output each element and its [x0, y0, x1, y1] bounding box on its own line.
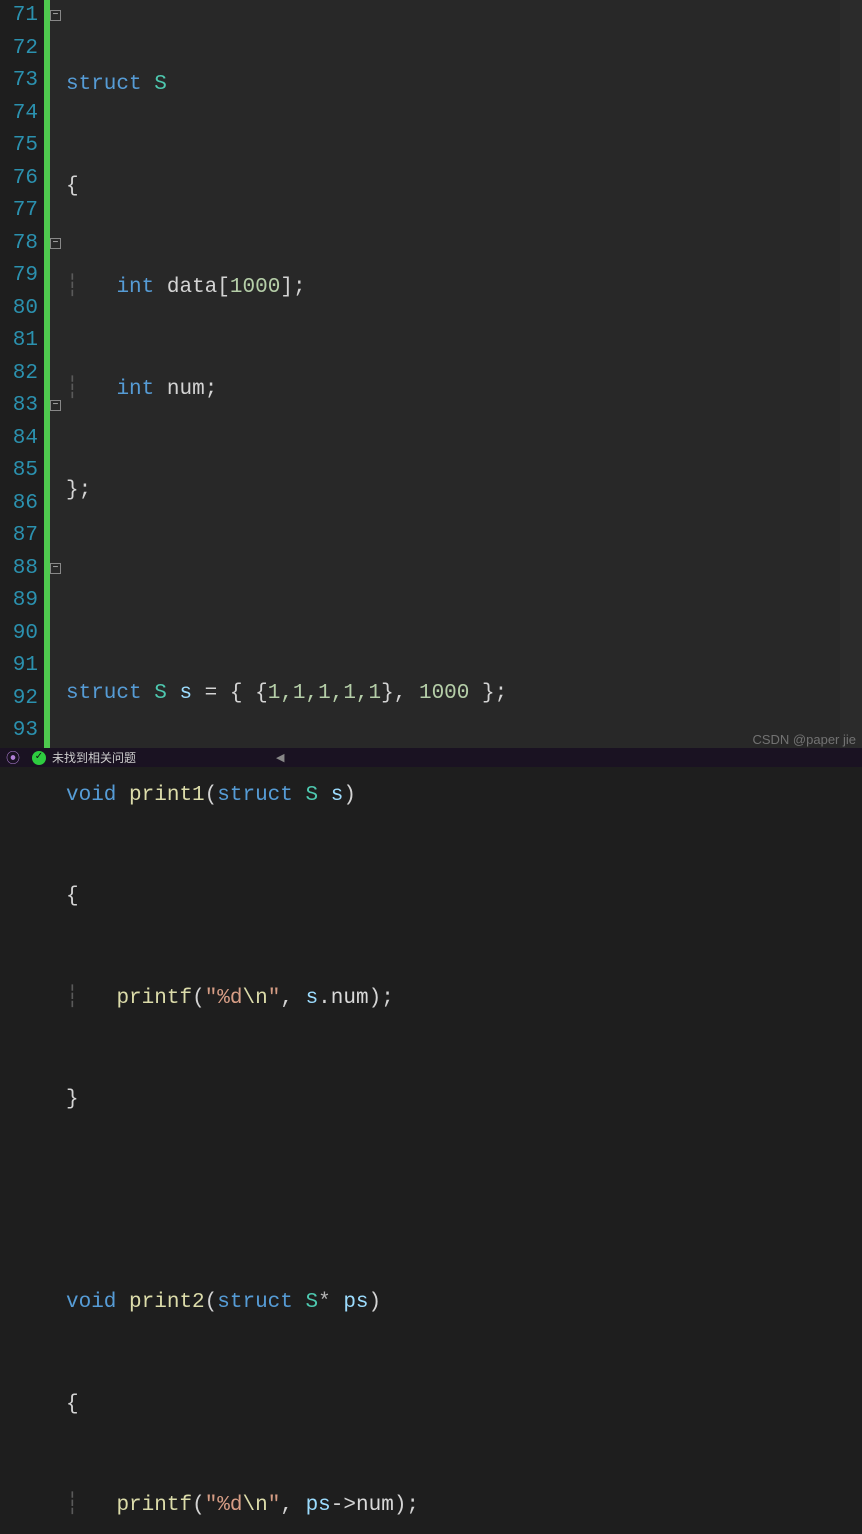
function-name: print1 [129, 780, 205, 813]
keyword-int: int [116, 272, 154, 305]
code-line[interactable]: void print1(struct S s) [66, 780, 862, 813]
line-number: 89 [0, 585, 38, 618]
line-number: 88 [0, 553, 38, 586]
line-number: 82 [0, 358, 38, 391]
code-line[interactable]: struct S s = { {1,1,1,1,1}, 1000 }; [66, 678, 862, 711]
line-number: 87 [0, 520, 38, 553]
fold-column[interactable]: − − − − [50, 0, 64, 748]
keyword-int: int [116, 374, 154, 407]
code-line[interactable]: ┆ int num; [66, 374, 862, 407]
brace: { [66, 171, 79, 204]
type-name: S [154, 69, 167, 102]
identifier: num [167, 374, 205, 407]
code-line[interactable]: }; [66, 475, 862, 508]
line-number: 72 [0, 33, 38, 66]
collapse-arrow-icon[interactable]: ◀ [276, 751, 284, 765]
code-line[interactable] [66, 577, 862, 610]
fold-toggle-icon[interactable]: − [50, 563, 61, 574]
code-line[interactable]: { [66, 171, 862, 204]
line-number: 91 [0, 650, 38, 683]
identifier: data [167, 272, 217, 305]
fold-toggle-icon[interactable]: − [50, 400, 61, 411]
number: 1000 [230, 272, 280, 305]
pointer-star: * [318, 1287, 331, 1320]
minimap[interactable] [840, 0, 862, 748]
status-bar[interactable]: ⦿ ✓ 未找到相关问题 ◀ [0, 748, 862, 767]
line-number: 80 [0, 293, 38, 326]
line-number: 76 [0, 163, 38, 196]
code-editor[interactable]: 7172737475767778798081828384858687888990… [0, 0, 862, 748]
status-ok-icon[interactable]: ✓ [30, 749, 48, 767]
variable: s [179, 678, 192, 711]
line-number: 93 [0, 715, 38, 748]
code-line[interactable]: { [66, 1389, 862, 1422]
line-number: 90 [0, 618, 38, 651]
fold-toggle-icon[interactable]: − [50, 238, 61, 249]
line-number: 85 [0, 455, 38, 488]
code-line[interactable] [66, 1186, 862, 1219]
keyword-void: void [66, 780, 116, 813]
code-line[interactable]: struct S [66, 69, 862, 102]
line-number: 92 [0, 683, 38, 716]
field: num [331, 983, 369, 1016]
extension-icon[interactable]: ⦿ [4, 749, 22, 767]
line-number: 73 [0, 65, 38, 98]
line-number: 79 [0, 260, 38, 293]
status-message[interactable]: 未找到相关问题 [52, 749, 136, 766]
code-line[interactable]: ┆ int data[1000]; [66, 272, 862, 305]
escape-sequence: \n [243, 983, 268, 1016]
code-area[interactable]: struct S { ┆ int data[1000]; ┆ int num; … [64, 0, 862, 748]
line-number: 84 [0, 423, 38, 456]
line-number: 77 [0, 195, 38, 228]
line-number: 75 [0, 130, 38, 163]
code-line[interactable]: void print2(struct S* ps) [66, 1287, 862, 1320]
watermark-text: CSDN @paper jie [752, 732, 856, 747]
parameter: s [331, 780, 344, 813]
code-line[interactable]: ┆ printf("%d\n", s.num); [66, 983, 862, 1016]
keyword-struct: struct [66, 69, 142, 102]
line-number: 71 [0, 0, 38, 33]
code-line[interactable]: ┆ printf("%d\n", ps->num); [66, 1490, 862, 1523]
line-number: 74 [0, 98, 38, 131]
code-line[interactable]: } [66, 1084, 862, 1117]
line-number: 83 [0, 390, 38, 423]
line-number: 78 [0, 228, 38, 261]
line-number: 86 [0, 488, 38, 521]
fold-toggle-icon[interactable]: − [50, 10, 61, 21]
code-line[interactable]: { [66, 881, 862, 914]
function-call: printf [116, 983, 192, 1016]
line-number: 81 [0, 325, 38, 358]
line-number-gutter: 7172737475767778798081828384858687888990… [0, 0, 44, 748]
